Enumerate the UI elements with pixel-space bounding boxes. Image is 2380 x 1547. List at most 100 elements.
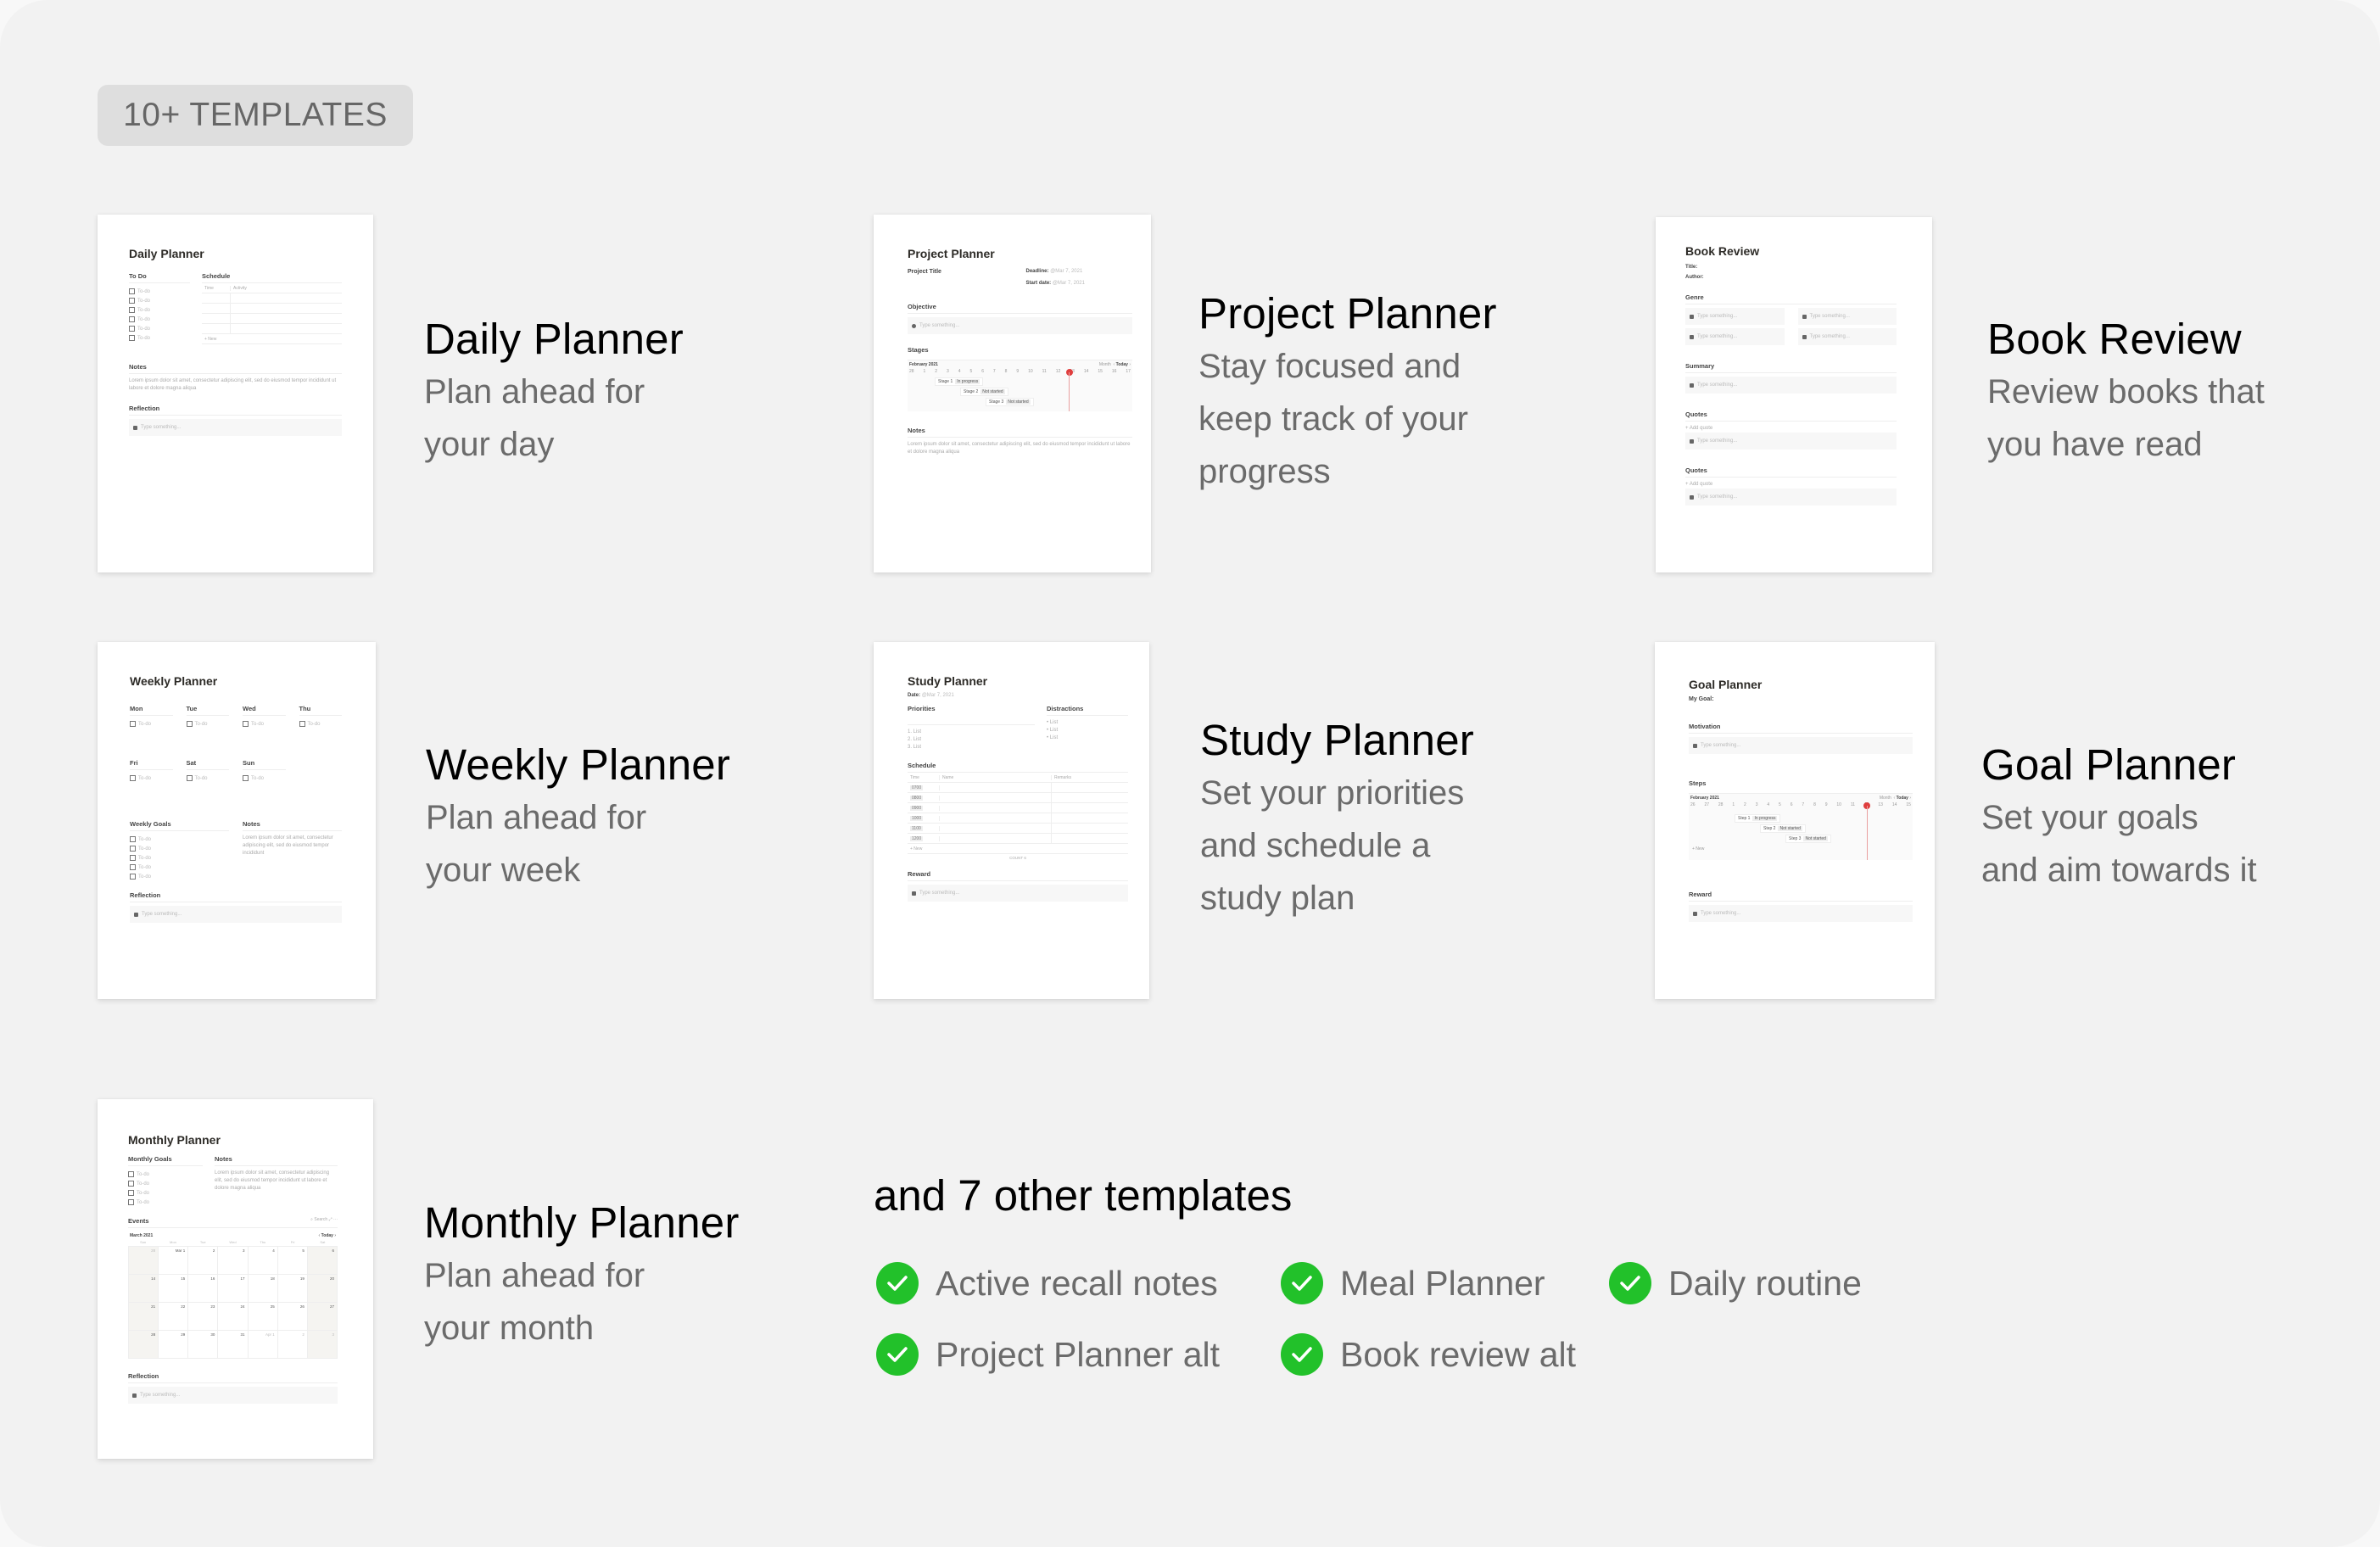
preview-title: Weekly Planner	[130, 674, 218, 688]
template-title: Monthly Planner	[424, 1198, 740, 1247]
step-bar: Step 2 Not started	[1760, 824, 1806, 833]
template-subtitle-line: your day	[424, 426, 555, 463]
timeline-day: 8	[1813, 802, 1816, 807]
preview-title: Book Review	[1685, 244, 1760, 258]
other-template-item: Daily routine	[1609, 1262, 1862, 1304]
schedule-row: 0700	[908, 783, 1128, 793]
speech-bubble-icon	[1690, 494, 1694, 500]
timeline-day: 4	[1767, 802, 1770, 807]
template-subtitle-line: study plan	[1200, 880, 1355, 917]
weekday-label: Wed	[229, 1240, 237, 1244]
distraction-item: • List	[1047, 720, 1059, 725]
templates-panel: 10+ TEMPLATES Daily Planner To Do To-do …	[0, 0, 2380, 1547]
template-subtitle-line: Plan ahead for	[424, 373, 645, 410]
monthly-planner-preview[interactable]: Monthly Planner Monthly Goals To-do To-d…	[98, 1099, 373, 1459]
calendar-day: 27	[307, 1303, 338, 1331]
template-subtitle-line: Stay focused and	[1198, 348, 1461, 385]
genre-field: Type something...	[1685, 328, 1785, 345]
priority-item: 3. List	[908, 745, 922, 750]
other-template-item: Meal Planner	[1281, 1262, 1545, 1304]
template-subtitle-line: Review books that	[1987, 373, 2265, 410]
quotes-heading: Quotes	[1685, 410, 1897, 422]
notes-text: Lorem ipsum dolor sit amet, consectetur …	[908, 442, 1131, 455]
distraction-item: • List	[1047, 735, 1059, 740]
start-date-row: Start date: @Mar 7, 2021	[1025, 281, 1085, 286]
checkbox-icon	[243, 775, 249, 781]
todo-item: To-do	[129, 324, 190, 333]
checkbox-icon	[129, 298, 135, 304]
timeline-day: 1	[1732, 802, 1735, 807]
other-template-item: Active recall notes	[876, 1262, 1218, 1304]
weekday-label: Sat	[320, 1240, 326, 1244]
template-subtitle-line: your month	[424, 1310, 595, 1347]
schedule-table: Time Name Remarks 0700 0800 0900 1000 1100 1200…	[908, 772, 1128, 854]
checkbox-icon	[128, 1190, 134, 1196]
weekday-label: Mon	[170, 1240, 176, 1244]
timeline-day: 13	[1878, 802, 1883, 807]
template-title: Goal Planner	[1981, 740, 2237, 789]
reflection-heading: Reflection	[130, 891, 342, 902]
daily-planner-description: Daily Planner Plan ahead for your day	[424, 314, 684, 470]
checkbox-icon	[129, 288, 135, 294]
calendar-day: 3	[218, 1247, 249, 1275]
goal-planner-preview[interactable]: Goal Planner My Goal: Motivation Type so…	[1655, 642, 1935, 999]
timeline-day: 4	[958, 369, 961, 374]
timeline-day: 27	[1704, 802, 1710, 807]
genre-field: Type something...	[1797, 328, 1897, 345]
motivation-field: Type something...	[1689, 737, 1913, 754]
notes-heading: Notes	[215, 1155, 338, 1166]
calendar-day: 26	[277, 1303, 308, 1331]
template-title: Study Planner	[1200, 716, 1474, 764]
project-planner-preview[interactable]: Project Planner Project Title Deadline: …	[874, 215, 1151, 572]
dumbbell-icon	[1693, 743, 1697, 748]
gift-icon	[1693, 911, 1697, 916]
study-planner-preview[interactable]: Study Planner Date: @Mar 7, 2021 Priorit…	[874, 642, 1149, 999]
todo-item: To-do	[129, 315, 190, 324]
notes-text: Lorem ipsum dolor sit amet, consectetur …	[243, 835, 333, 856]
tag-icon	[1802, 334, 1807, 339]
other-template-item: Project Planner alt	[876, 1333, 1220, 1376]
timeline-day: 11	[1850, 802, 1856, 807]
checkbox-icon	[130, 721, 136, 727]
timeline-day: 5	[969, 369, 973, 374]
genre-heading: Genre	[1685, 293, 1897, 304]
calendar-day: 31	[218, 1331, 249, 1359]
add-quote-button: + Add quote	[1685, 426, 1713, 431]
timeline-day: 15	[1906, 802, 1911, 807]
schedule-heading: Schedule	[202, 272, 231, 280]
calendar-day: 2	[277, 1331, 308, 1359]
checkbox-icon	[128, 1199, 134, 1205]
day-heading: Sun	[243, 759, 286, 770]
timeline-day: 11	[1042, 369, 1047, 374]
events-calendar: 28 Mar 1 2 3 4 5 6 14 15 16 17 18 19 20 21 22 23 24 25 26 27…	[128, 1246, 338, 1359]
new-step-button: + New	[1692, 846, 1705, 852]
weekday-label: Thu	[260, 1240, 266, 1244]
daily-planner-preview[interactable]: Daily Planner To Do To-do To-do To-do To…	[98, 215, 373, 572]
schedule-heading: Schedule	[908, 762, 936, 769]
reflection-field: Type something...	[130, 906, 342, 923]
weekly-goals-heading: Weekly Goals	[130, 820, 229, 831]
weekday-label: Fri	[290, 1240, 295, 1244]
new-row-button: + New	[908, 844, 1128, 854]
schedule-row: 0900	[908, 803, 1128, 813]
book-review-preview[interactable]: Book Review Title: Author: Genre Type so…	[1656, 217, 1932, 572]
stages-timeline: February 2021 Month ‹ Today › 28 1 2 3 4 5 6 7 8 9…	[908, 360, 1132, 411]
timeline-day: 16	[1111, 369, 1117, 374]
calendar-day: 14	[129, 1275, 159, 1303]
weekly-planner-preview[interactable]: Weekly Planner Mon To-do Tue To-do Wed To-d…	[98, 642, 376, 999]
calendar-day: 21	[129, 1303, 159, 1331]
calendar-day: 29	[159, 1331, 189, 1359]
calendar-day: 17	[218, 1275, 249, 1303]
check-circle-icon	[1609, 1262, 1651, 1304]
day-heading: Wed	[243, 705, 286, 716]
template-subtitle-line: keep track of your	[1198, 400, 1468, 438]
timeline-day: 1	[923, 369, 926, 374]
monthly-goals-heading: Monthly Goals	[128, 1155, 203, 1166]
todo-item: To-do	[129, 333, 190, 343]
checkbox-icon	[130, 836, 136, 842]
checkbox-icon	[129, 316, 135, 322]
my-goal-label: My Goal:	[1689, 696, 1714, 702]
calendar-day: 6	[307, 1247, 338, 1275]
preview-title: Project Planner	[908, 247, 995, 260]
timeline-day: 3	[946, 369, 949, 374]
